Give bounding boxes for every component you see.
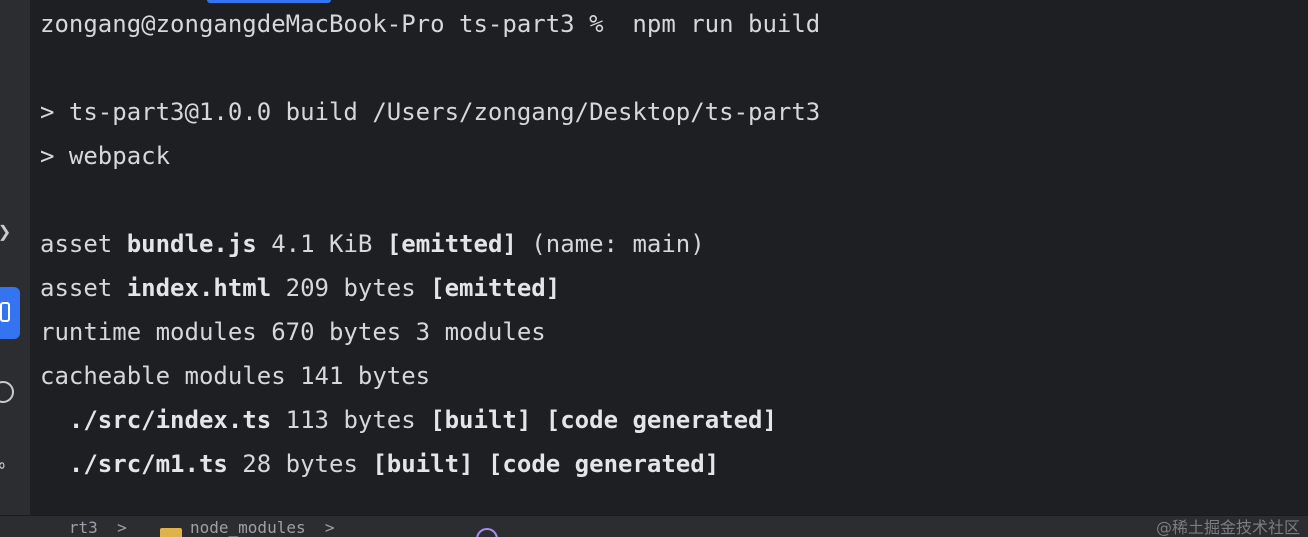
watermark: @稀土掘金技术社区 <box>1155 518 1300 537</box>
emitted-tag: [emitted] <box>386 230 517 258</box>
terminal-output[interactable]: zongang@zongangdeMacBook-Pro ts-part3 % … <box>40 2 1308 486</box>
chevron-right-icon[interactable]: ❯ <box>0 222 11 244</box>
command-line: > webpack <box>40 142 171 170</box>
breadcrumb-project[interactable]: rt3 > <box>40 518 127 537</box>
terminal-icon[interactable] <box>0 287 20 339</box>
asset-chunk: (name: main) <box>516 230 705 258</box>
module-path: ./src/m1.ts <box>68 450 228 478</box>
asset-size: 209 bytes <box>271 274 431 302</box>
cacheable-line: cacheable modules 141 bytes <box>40 362 431 390</box>
module-size: 113 bytes <box>271 406 431 434</box>
built-tag: [built] <box>430 406 532 434</box>
emitted-tag: [emitted] <box>430 274 561 302</box>
asset-name: index.html <box>126 274 272 302</box>
prompt-line: zongang@zongangdeMacBook-Pro ts-part3 % … <box>40 10 821 38</box>
tool-window-gutter <box>0 0 30 515</box>
module-line: ./src/m1.ts 28 bytes [built] [code gener… <box>40 442 1308 486</box>
code-generated-tag: [code generated] <box>487 450 720 478</box>
asset-line: asset index.html 209 bytes [emitted] <box>40 266 1308 310</box>
breadcrumb-folder[interactable]: node_modules > <box>190 518 354 537</box>
asset-size: 4.1 KiB <box>256 230 387 258</box>
asset-label: asset <box>40 274 127 302</box>
asset-name: bundle.js <box>126 230 257 258</box>
module-size: 28 bytes <box>227 450 373 478</box>
vcs-icon[interactable]: ∞ <box>0 455 5 477</box>
script-line: > ts-part3@1.0.0 build /Users/zongang/De… <box>40 98 821 126</box>
module-path: ./src/index.ts <box>68 406 272 434</box>
built-tag: [built] <box>372 450 474 478</box>
code-generated-tag: [code generated] <box>545 406 777 434</box>
status-bar: rt3 > node_modules > @稀土掘金技术社区 <box>0 515 1308 537</box>
breadcrumb-module[interactable] <box>505 518 534 537</box>
asset-line: asset bundle.js 4.1 KiB [emitted] (name:… <box>40 222 1308 266</box>
module-line: ./src/index.ts 113 bytes [built] [code g… <box>40 398 1308 442</box>
asset-label: asset <box>40 230 127 258</box>
runtime-line: runtime modules 670 bytes 3 modules <box>40 318 546 346</box>
